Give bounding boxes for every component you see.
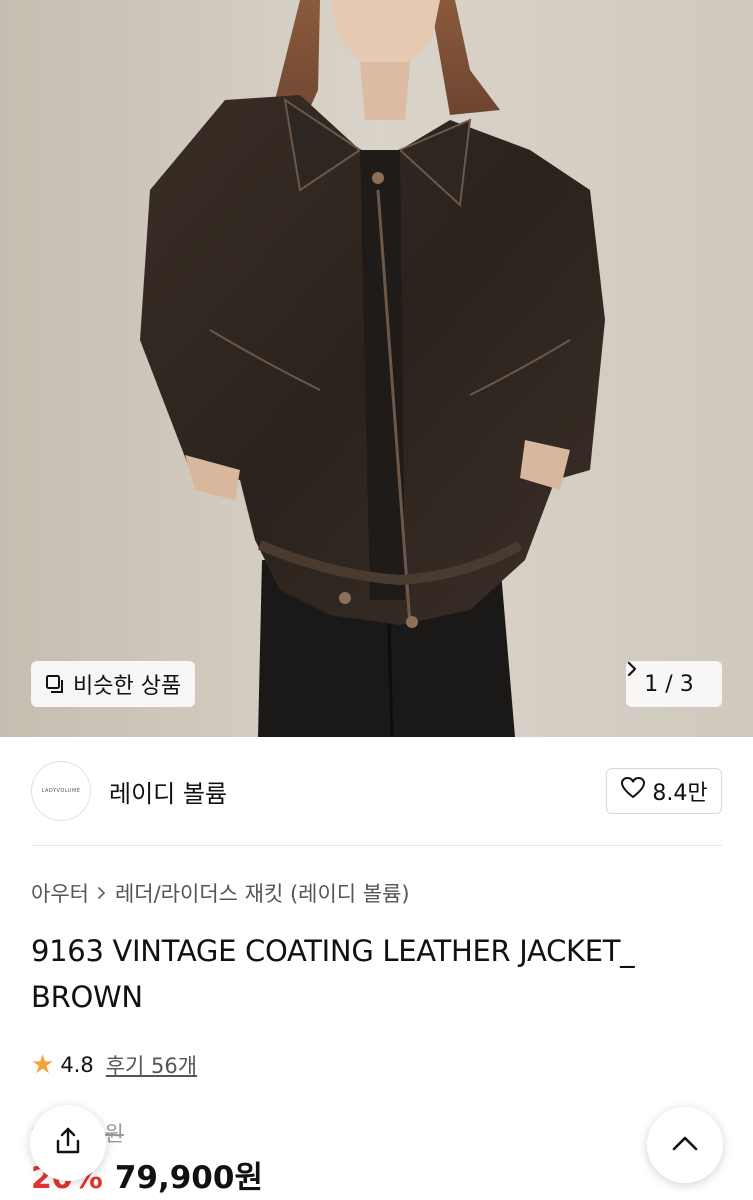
- breadcrumb-item-outer[interactable]: 아우터: [31, 878, 89, 908]
- shop-logo[interactable]: LADYVOLUME: [31, 761, 91, 821]
- share-upload-icon: [53, 1126, 83, 1160]
- share-button[interactable]: [30, 1105, 106, 1181]
- product-image-gallery[interactable]: 비슷한 상품 1 / 3: [0, 0, 753, 737]
- rating-summary[interactable]: ★ 4.8 후기 56개: [31, 1050, 197, 1080]
- divider: [31, 845, 722, 846]
- gallery-counter[interactable]: 1 / 3: [626, 661, 722, 707]
- similar-products-label: 비슷한 상품: [73, 674, 182, 699]
- rating-score: 4.8: [60, 1053, 94, 1077]
- copy-squares-icon: [45, 674, 65, 694]
- shop-info[interactable]: LADYVOLUME 레이디 볼륨 8.4만: [31, 760, 722, 822]
- scroll-top-button[interactable]: [647, 1107, 723, 1183]
- heart-outline-icon: [620, 776, 646, 806]
- like-count: 8.4만: [652, 781, 708, 806]
- breadcrumb: 아우터 레더/라이더스 재킷 (레이디 볼륨): [31, 878, 410, 908]
- chevron-up-icon: [671, 1134, 699, 1156]
- product-photo: [0, 0, 753, 737]
- sale-price: 79,900원: [114, 1160, 263, 1196]
- breadcrumb-item-category[interactable]: 레더/라이더스 재킷 (레이디 볼륨): [115, 878, 410, 908]
- shop-name[interactable]: 레이디 볼륨: [109, 774, 227, 809]
- shop-logo-text: LADYVOLUME: [41, 788, 81, 794]
- similar-products-button[interactable]: 비슷한 상품: [31, 661, 196, 707]
- gallery-counter-text: 1 / 3: [644, 671, 694, 697]
- chevron-right-icon: [97, 881, 107, 905]
- star-icon: ★: [31, 1050, 55, 1080]
- review-count-link[interactable]: 후기 56개: [106, 1050, 197, 1080]
- like-button[interactable]: 8.4만: [606, 768, 722, 814]
- product-title: 9163 VINTAGE COATING LEATHER JACKET_ BRO…: [31, 934, 635, 1014]
